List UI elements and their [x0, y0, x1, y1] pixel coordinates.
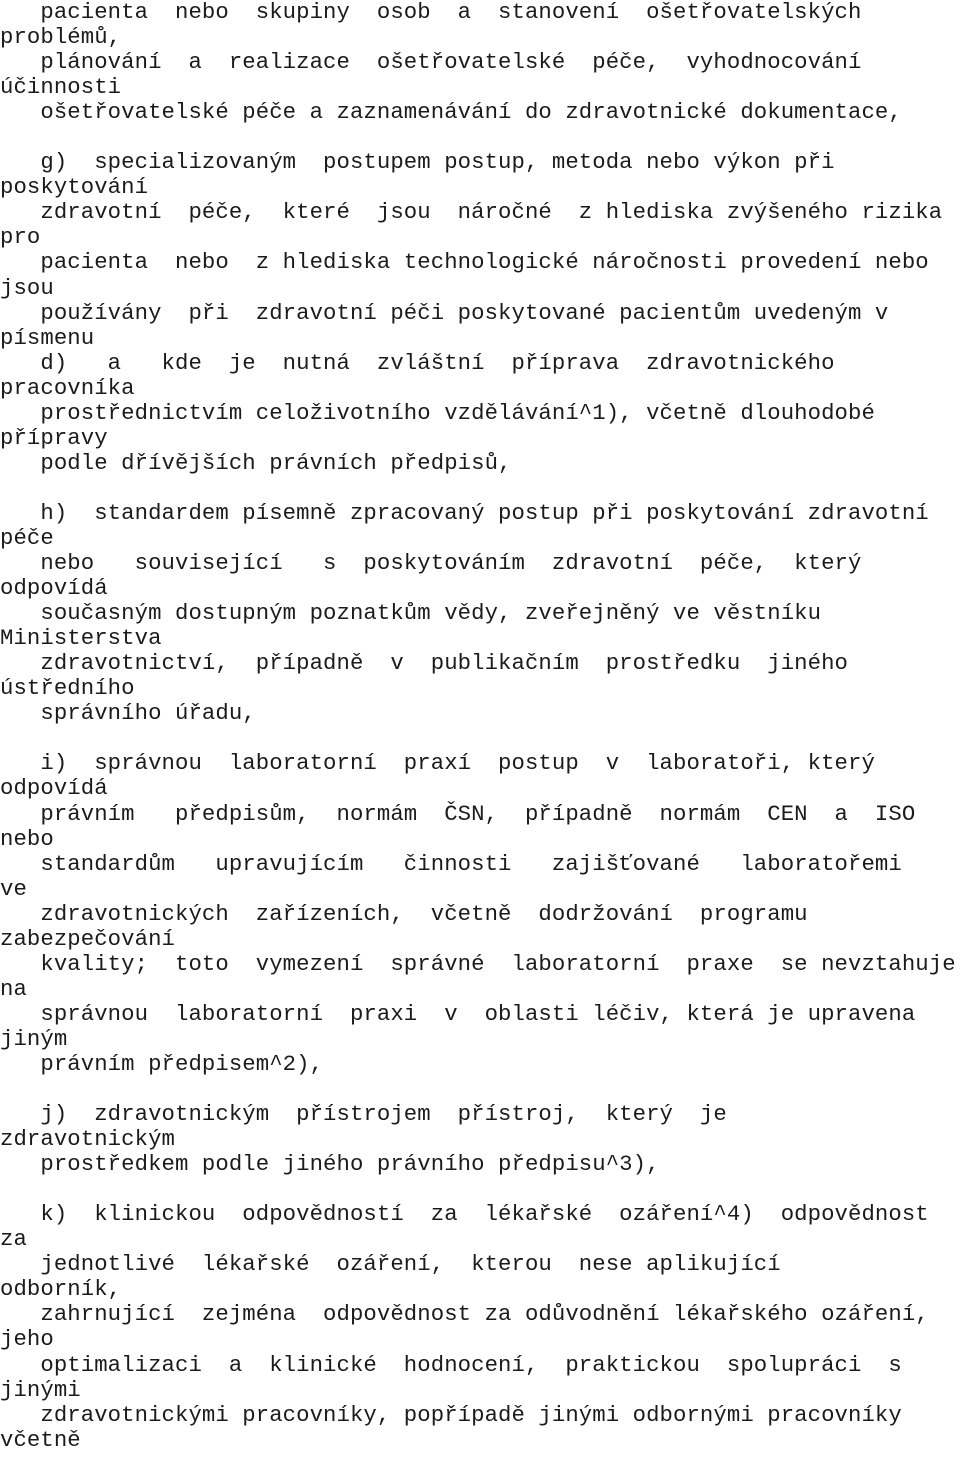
text-line: odpovídá [0, 575, 108, 602]
text-line: pacienta nebo skupiny osob a stanovení o… [0, 0, 862, 25]
text-line: včetně [0, 1426, 81, 1453]
text-line: optimalizaci a klinické hodnocení, prakt… [0, 1351, 902, 1378]
text-line: jeho [0, 1326, 54, 1353]
text-line: kvality; toto vymezení správné laborator… [0, 950, 956, 977]
text-line: zahrnující zejména odpovědnost za odůvod… [0, 1301, 929, 1328]
document-page: pacienta nebo skupiny osob a stanovení o… [0, 0, 960, 1465]
text-line: právním předpisem^2), [0, 1050, 324, 1077]
text-line: ošetřovatelské péče a zaznamenávání do z… [0, 99, 902, 126]
text-line: jinými [0, 1376, 81, 1403]
text-line: Ministerstva [0, 625, 162, 652]
text-line: pacienta nebo z hlediska technologické n… [0, 249, 929, 276]
text-line: jiným [0, 1025, 68, 1052]
text-line: pracovníka [0, 374, 135, 401]
text-line: standardům upravujícím činnosti zajišťov… [0, 850, 902, 877]
text-line: zdravotnictví, případně v publikačním pr… [0, 650, 848, 677]
text-line: zdravotnickými pracovníky, popřípadě jin… [0, 1401, 902, 1428]
text-line: jsou [0, 274, 54, 301]
text-line: přípravy [0, 424, 108, 451]
text-line: g) specializovaným postupem postup, meto… [0, 149, 835, 176]
text-line: písmenu [0, 324, 95, 351]
text-line: právním předpisům, normám ČSN, případně … [0, 800, 916, 827]
text-line: nebo související s poskytováním zdravotn… [0, 550, 862, 577]
text-line: podle dřívějších právních předpisů, [0, 449, 512, 476]
text-line: k) klinickou odpovědností za lékařské oz… [0, 1201, 929, 1228]
text-line: zdravotnickým [0, 1126, 175, 1153]
text-line: péče [0, 524, 54, 551]
text-line: prostředkem podle jiného právního předpi… [0, 1151, 660, 1178]
text-line: na [0, 975, 27, 1002]
text-line: za [0, 1226, 27, 1253]
document-text-body: pacienta nebo skupiny osob a stanovení o… [0, 0, 960, 1453]
text-line: poskytování [0, 174, 149, 201]
text-line: zdravotnických zařízeních, včetně dodržo… [0, 900, 808, 927]
text-line: nebo [0, 825, 54, 852]
text-line: současným dostupným poznatkům vědy, zveř… [0, 600, 822, 627]
text-line: správnou laboratorní praxi v oblasti léč… [0, 1000, 916, 1027]
text-line: d) a kde je nutná zvláštní příprava zdra… [0, 349, 835, 376]
text-line: ve [0, 875, 27, 902]
text-line: používány při zdravotní péči poskytované… [0, 299, 889, 326]
text-line: zdravotní péče, které jsou náročné z hle… [0, 199, 943, 226]
text-line: ústředního [0, 675, 135, 702]
text-line: jednotlivé lékařské ozáření, kterou nese… [0, 1251, 781, 1278]
text-line: h) standardem písemně zpracovaný postup … [0, 499, 929, 526]
text-line: odborník, [0, 1276, 122, 1303]
text-line: zabezpečování [0, 925, 175, 952]
text-line: pro [0, 224, 41, 251]
text-line: správního úřadu, [0, 700, 256, 727]
text-line: j) zdravotnickým přístrojem přístroj, kt… [0, 1101, 727, 1128]
text-line: prostřednictvím celoživotního vzdělávání… [0, 399, 875, 426]
text-line: i) správnou laboratorní praxí postup v l… [0, 750, 875, 777]
text-line: plánování a realizace ošetřovatelské péč… [0, 49, 862, 76]
text-line: problémů, [0, 24, 122, 51]
text-line: odpovídá [0, 775, 108, 802]
text-line: účinnosti [0, 74, 122, 101]
